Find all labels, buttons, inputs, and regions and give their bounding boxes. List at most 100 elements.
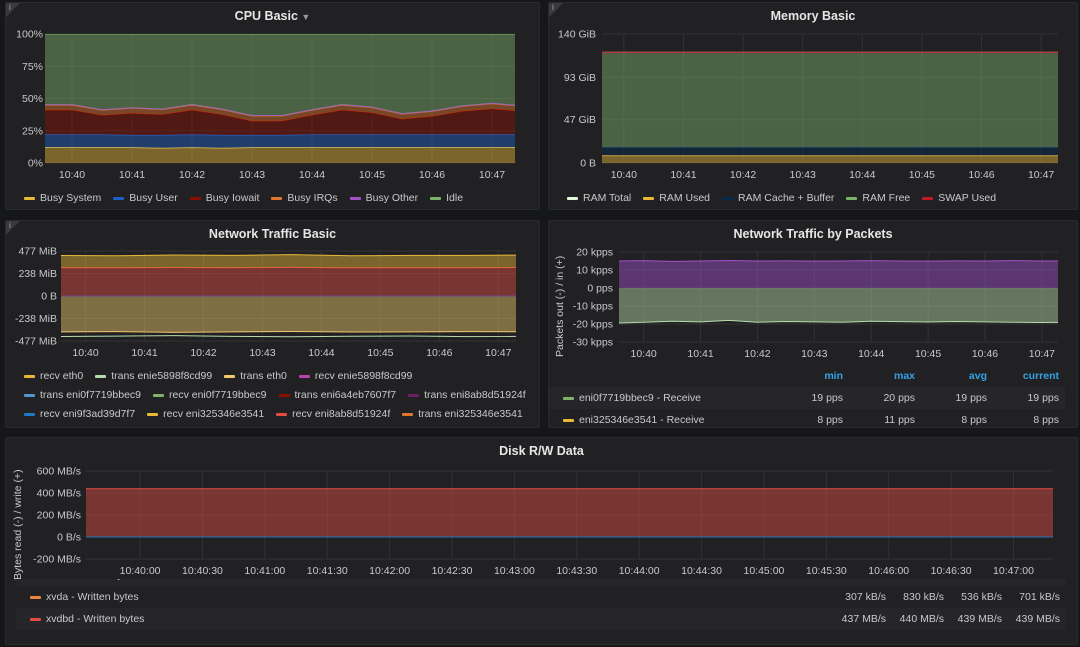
x-tick-label: 10:45 bbox=[915, 348, 941, 360]
legend-swatch bbox=[298, 374, 310, 378]
legend-swatch bbox=[722, 196, 734, 200]
column-header-min[interactable]: min bbox=[771, 370, 843, 382]
legend-item[interactable]: RAM Cache + Buffer bbox=[722, 192, 834, 204]
column-header-avg[interactable]: avg bbox=[915, 370, 987, 382]
x-tick-label: 10:47 bbox=[1028, 169, 1054, 181]
y-tick-label: 100% bbox=[16, 29, 43, 41]
legend-value: 1 kB/s bbox=[1002, 579, 1060, 581]
legend-item[interactable]: RAM Used bbox=[643, 192, 710, 204]
legend-item[interactable]: recv eni8ab8d51924f bbox=[276, 408, 390, 420]
panel-title[interactable]: Memory Basic bbox=[549, 9, 1077, 23]
series-area bbox=[45, 34, 515, 116]
y-tick-label: -30 kpps bbox=[573, 337, 613, 349]
x-tick-label: 10:44 bbox=[858, 348, 884, 360]
legend-item[interactable]: RAM Total bbox=[567, 192, 631, 204]
x-tick-label: 10:46:00 bbox=[868, 565, 909, 577]
y-tick-label: -20 kpps bbox=[573, 319, 613, 331]
disk-rw-panel: -200 MB/s 0 B/s 200 MB/s 400 MB/s 600 MB/s 10… bbox=[5, 437, 1078, 645]
x-tick-label: 10:46 bbox=[419, 169, 445, 181]
y-axis-label: Packets out (-) / in (+) bbox=[554, 255, 566, 357]
legend-item[interactable]: Busy User bbox=[113, 192, 178, 204]
legend-label: recv enie5898f8cd99 bbox=[314, 370, 413, 382]
legend-value: 307 kB/s bbox=[845, 591, 886, 603]
y-tick-label: 0 pps bbox=[587, 283, 613, 295]
legend-item[interactable]: recv eni0f7719bbec9 bbox=[153, 389, 267, 401]
y-tick-label: 0 B bbox=[41, 291, 57, 303]
legend-item[interactable]: trans eni9f3ad39d7f7 bbox=[24, 427, 139, 428]
legend-row[interactable]: eni0f7719bbec9 - Receive 19 pps 20 pps 19 p… bbox=[549, 387, 1065, 409]
panel-title[interactable]: Network Traffic by Packets bbox=[549, 227, 1077, 241]
y-tick-label: -200 MB/s bbox=[33, 554, 81, 566]
legend-item[interactable]: Busy Other bbox=[349, 192, 418, 204]
legend-value: 8 pps bbox=[1033, 414, 1059, 426]
legend-value: 439 MB/s bbox=[1015, 613, 1060, 625]
legend-row[interactable]: xvdbd - Read bytes819 B/s1 kB/s1 kB/s1 k… bbox=[16, 579, 1066, 586]
legend-item[interactable]: trans eni8ab8d51924f bbox=[408, 389, 526, 401]
legend-value: 437 MB/s bbox=[841, 613, 886, 625]
legend-table: min max avg current eni0f7719bbec9 - Receive… bbox=[549, 365, 1065, 427]
legend-item[interactable]: Idle bbox=[430, 192, 463, 204]
legend-label: recv eni8ab8d51924f bbox=[292, 408, 391, 420]
series-area bbox=[619, 260, 1058, 288]
legend-label: trans eni8ab8d51924f bbox=[424, 389, 526, 401]
legend-item[interactable]: trans enie5898f8cd99 bbox=[95, 370, 212, 382]
x-tick-label: 10:43:30 bbox=[556, 565, 597, 577]
legend-item[interactable]: recv eth0 bbox=[24, 370, 83, 382]
legend-label: trans eni9f3ad39d7f7 bbox=[40, 427, 139, 428]
legend-swatch bbox=[224, 374, 236, 378]
x-tick-label: 10:40 bbox=[611, 169, 637, 181]
series-area bbox=[61, 267, 516, 296]
legend-item[interactable]: Busy System bbox=[24, 192, 101, 204]
x-tick-label: 10:43:00 bbox=[494, 565, 535, 577]
legend-item[interactable]: Busy IRQs bbox=[271, 192, 338, 204]
x-tick-label: 10:47 bbox=[479, 169, 505, 181]
cpu-basic-panel: 0% 25% 50% 75% 100% 10:40 10:41 10:42 10:43 10:44… bbox=[5, 2, 540, 210]
y-tick-label: 477 MiB bbox=[18, 246, 57, 258]
panel-title[interactable]: Network Traffic Basic bbox=[6, 227, 539, 241]
legend-item[interactable]: SWAP Used bbox=[922, 192, 996, 204]
y-tick-label: -477 MiB bbox=[15, 336, 57, 348]
panel-title[interactable]: CPU Basic ▼ bbox=[6, 9, 539, 23]
memory-chart[interactable]: 0 B 47 GiB 93 GiB 140 GiB 10:40 10:41 10:42 10:… bbox=[549, 3, 1078, 210]
disk-chart[interactable]: -200 MB/s 0 B/s 200 MB/s 400 MB/s 600 MB/s 10… bbox=[6, 438, 1078, 578]
legend-item[interactable]: recv enie5898f8cd99 bbox=[298, 370, 413, 382]
x-tick-label: 10:43 bbox=[249, 347, 275, 359]
x-tick-label: 10:45 bbox=[359, 169, 385, 181]
y-tick-label: 0 B bbox=[580, 158, 596, 170]
legend-item[interactable]: trans eni325346e3541 bbox=[402, 408, 523, 420]
legend-row[interactable]: eni325346e3541 - Receive 8 pps 11 pps 8 pps… bbox=[549, 409, 1065, 427]
y-tick-label: 75% bbox=[22, 61, 43, 73]
legend-item[interactable]: recv eni325346e3541 bbox=[147, 408, 264, 420]
legend-item[interactable]: trans eth0 bbox=[224, 370, 287, 382]
x-tick-label: 10:45 bbox=[367, 347, 393, 359]
legend-scroll[interactable]: xvdbd - Read bytes819 B/s1 kB/s1 kB/s1 k… bbox=[6, 579, 1066, 643]
y-tick-label: -238 MiB bbox=[15, 313, 57, 325]
legend-item[interactable]: recv eni9f3ad39d7f7 bbox=[24, 408, 135, 420]
legend-item[interactable]: RAM Free bbox=[846, 192, 910, 204]
legend-row[interactable]: xvdbd - Written bytes 437 MB/s 440 MB/s 439… bbox=[16, 608, 1066, 630]
legend: recv eth0 trans enie5898f8cd99 trans eth0 r… bbox=[24, 370, 534, 428]
x-tick-label: 10:42 bbox=[190, 347, 216, 359]
x-tick-label: 10:44 bbox=[849, 169, 875, 181]
legend-item[interactable]: trans eni6a4eb7607f7 bbox=[278, 389, 396, 401]
legend-item[interactable]: Busy Iowait bbox=[189, 192, 260, 204]
x-tick-label: 10:46 bbox=[968, 169, 994, 181]
legend: RAM Total RAM Used RAM Cache + Buffer RAM F… bbox=[567, 192, 996, 204]
legend-item[interactable]: trans eni0f7719bbec9 bbox=[24, 389, 141, 401]
legend-row[interactable]: xvda - Written bytes 307 kB/s 830 kB/s 536 … bbox=[16, 586, 1066, 608]
caret-down-icon[interactable]: ▼ bbox=[301, 12, 310, 22]
legend-value: 701 kB/s bbox=[1019, 591, 1060, 603]
legend-label: RAM Cache + Buffer bbox=[738, 192, 835, 204]
panel-title[interactable]: Disk R/W Data bbox=[6, 444, 1077, 458]
column-header-current[interactable]: current bbox=[987, 370, 1059, 382]
legend-table: xvdbd - Read bytes819 B/s1 kB/s1 kB/s1 k… bbox=[16, 579, 1066, 630]
legend-swatch bbox=[113, 196, 125, 200]
legend-value: 440 MB/s bbox=[899, 613, 944, 625]
cpu-chart[interactable]: 0% 25% 50% 75% 100% 10:40 10:41 10:42 10:43 10:44… bbox=[6, 3, 540, 210]
series-area bbox=[45, 147, 515, 163]
legend-swatch bbox=[24, 374, 35, 378]
column-header-max[interactable]: max bbox=[843, 370, 915, 382]
x-tick-label: 10:42 bbox=[744, 348, 770, 360]
legend-label: Busy Iowait bbox=[205, 192, 260, 204]
legend-swatch bbox=[24, 412, 35, 416]
